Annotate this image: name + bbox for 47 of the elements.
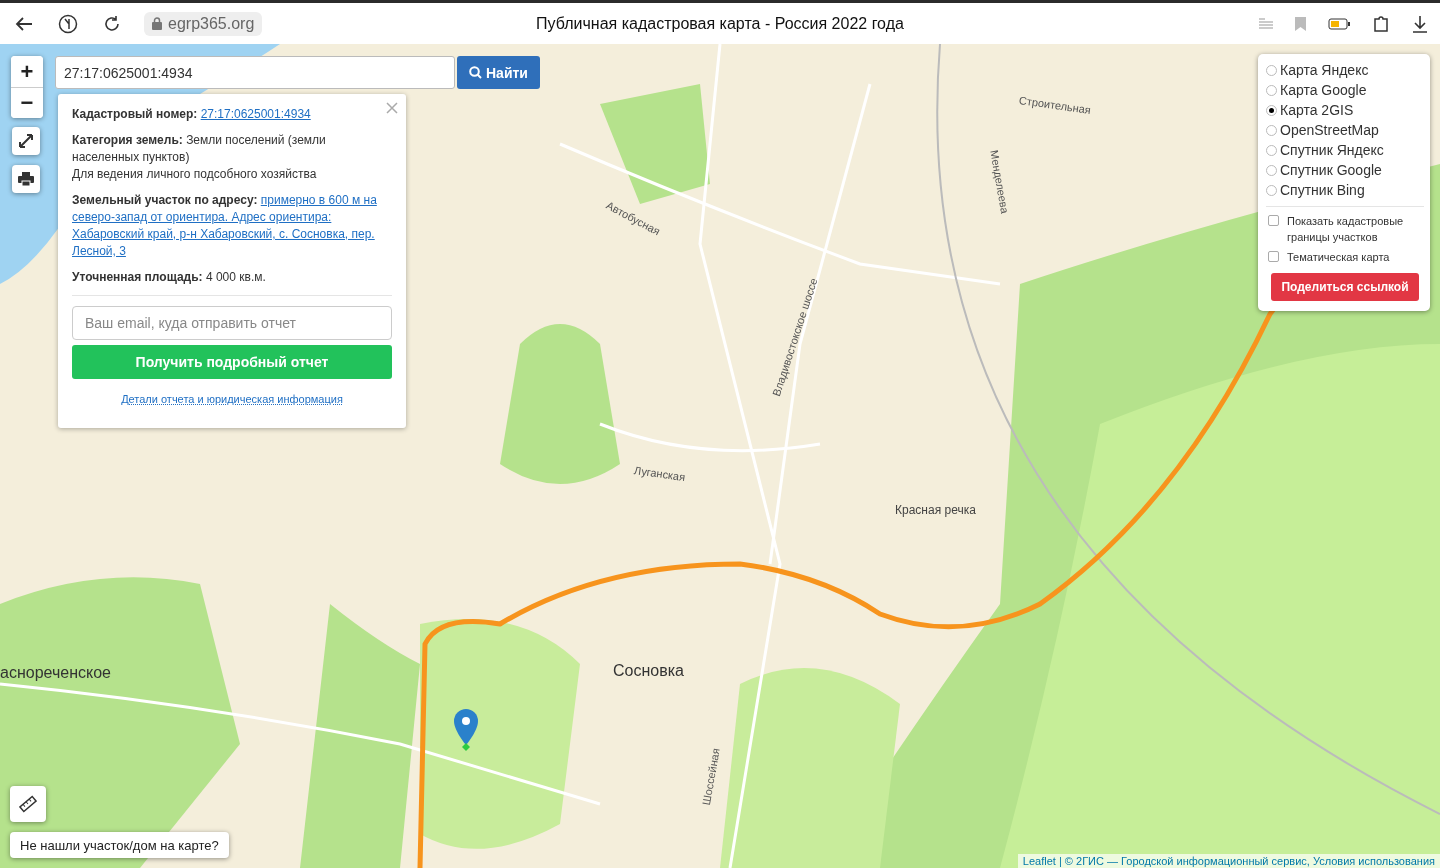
- ruler-icon: [19, 795, 37, 813]
- map-label: Строительная: [1018, 94, 1092, 116]
- info-text: Кадастровый номер: 27:17:0625001:4934: [72, 106, 311, 123]
- checkbox-label: Тематическая карта: [1287, 250, 1390, 265]
- address-bar[interactable]: egrp365.org: [144, 11, 263, 36]
- checkbox[interactable]: [1268, 251, 1279, 262]
- location-pin-icon[interactable]: [453, 709, 479, 753]
- zoom-button[interactable]: −: [11, 87, 43, 118]
- info-text: Уточненная площадь: 4 000 кв.м.: [72, 269, 266, 286]
- layer-option[interactable]: Спутник Яндекс: [1266, 140, 1424, 160]
- info-link[interactable]: 27:17:0625001:4934: [200, 107, 311, 121]
- map-label: Сосновка: [613, 662, 684, 680]
- checkbox[interactable]: [1268, 215, 1279, 226]
- ruler-button[interactable]: [10, 786, 46, 822]
- fullscreen-button[interactable]: [12, 127, 40, 155]
- layer-option[interactable]: Спутник Bing: [1266, 180, 1424, 200]
- page-title: Публичная кадастровая карта - Россия 2022 года: [536, 14, 904, 32]
- info-text: Категория земель: Земли поселений (земли населенных пунктов) Для ведения личного подсобного хозяйства: [72, 132, 327, 183]
- layer-option[interactable]: Карта 2GIS: [1266, 100, 1424, 120]
- share-button[interactable]: Поделиться ссылкой: [1271, 273, 1419, 301]
- lock-icon: [152, 17, 162, 30]
- layer-option[interactable]: Карта Google: [1266, 80, 1424, 100]
- search-button[interactable]: Найти: [457, 56, 540, 89]
- print-button[interactable]: [12, 165, 40, 193]
- layer-option[interactable]: Карта Яндекс: [1266, 60, 1424, 80]
- map-label: аснореченское: [0, 664, 111, 682]
- search-icon: [469, 66, 482, 79]
- download-icon[interactable]: [1412, 14, 1428, 33]
- close-icon[interactable]: [386, 102, 398, 114]
- layer-option[interactable]: Спутник Google: [1266, 160, 1424, 180]
- battery-icon[interactable]: [1328, 17, 1350, 30]
- map-label: Луганская: [633, 464, 686, 484]
- search-field[interactable]: 27:17:0625001:4934: [55, 56, 455, 89]
- expand-icon: [19, 134, 33, 148]
- zoom-button[interactable]: +: [11, 56, 43, 87]
- map-label: Красная речка: [895, 503, 976, 517]
- details-link[interactable]: Детали отчета и юридическая информация: [72, 391, 392, 408]
- checkbox-label: Показать кадастровые границы участков: [1287, 214, 1405, 245]
- email-field[interactable]: Ваш email, куда отправить отчет: [72, 306, 392, 340]
- layer-option[interactable]: OpenStreetMap: [1266, 120, 1424, 140]
- map-label: Шоссейная: [700, 747, 722, 807]
- map-label: Менделеева: [988, 149, 1012, 215]
- attribution-text: Leaflet | © 2ГИС — Городской информационный сервис, Условия использования: [1017, 854, 1440, 868]
- printer-icon: [18, 172, 34, 186]
- not-found-button[interactable]: Не нашли участок/дом на карте?: [10, 832, 229, 858]
- info-text: Земельный участок по адресу: примерно в 600 м на северо-запад от ориентира. Адрес ориентира: Хабаровский край, р-н Хабаровский, с. Сосновка, пер. Лесной, 3: [72, 192, 378, 260]
- url-text: egrp365.org: [168, 14, 255, 33]
